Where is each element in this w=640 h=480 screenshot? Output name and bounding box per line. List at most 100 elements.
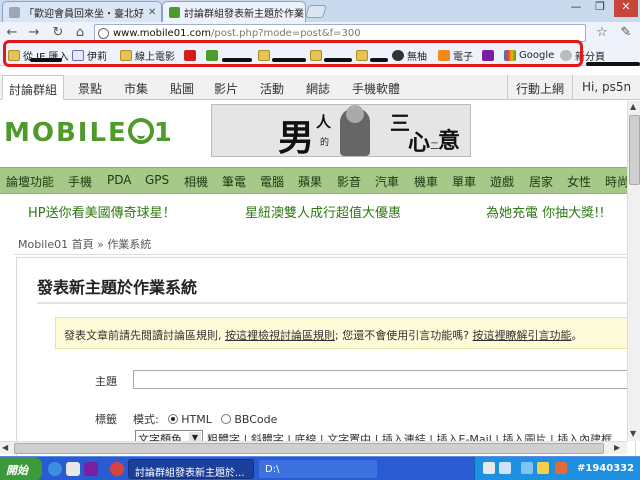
browser-tab-1[interactable]: 「歡迎會員回來坐・臺北好 ✕ bbox=[2, 1, 162, 22]
system-tray: #1940332 bbox=[474, 457, 640, 480]
vertical-scroll-thumb[interactable] bbox=[629, 115, 640, 185]
nav-photos[interactable]: 貼圖 bbox=[170, 80, 194, 97]
chrome-icon[interactable] bbox=[110, 462, 124, 476]
minimize-icon[interactable]: — bbox=[564, 0, 588, 17]
tags-label: 標籤 bbox=[95, 413, 117, 426]
nav-apps[interactable]: 手機軟體 bbox=[352, 80, 400, 97]
subject-label: 主題 bbox=[95, 375, 117, 388]
task-explorer-window[interactable]: D:\ bbox=[258, 459, 378, 479]
scroll-left-icon[interactable]: ◀ bbox=[2, 443, 8, 452]
vertical-scrollbar[interactable]: ▲ ▼ bbox=[627, 101, 640, 441]
network-icon[interactable] bbox=[521, 462, 533, 474]
new-tab-button[interactable] bbox=[305, 5, 327, 18]
tab-title: 討論群組發表新主題於作業 bbox=[184, 8, 304, 20]
logo-smile-icon bbox=[127, 118, 154, 144]
banner-char: 人 bbox=[316, 113, 332, 131]
forward-icon[interactable]: → bbox=[26, 25, 42, 41]
banner-char: 心 bbox=[408, 130, 431, 156]
security-icon[interactable] bbox=[537, 462, 549, 474]
yahoo-messenger-icon[interactable] bbox=[84, 462, 98, 476]
close-icon[interactable]: ✕ bbox=[144, 7, 156, 18]
html-radio[interactable] bbox=[168, 414, 179, 424]
scroll-down-icon[interactable]: ▼ bbox=[630, 429, 636, 438]
antivirus-icon[interactable] bbox=[555, 462, 567, 474]
category-item[interactable]: 時尚 bbox=[605, 173, 629, 190]
home-icon[interactable]: ⌂ bbox=[72, 25, 88, 41]
bbcode-radio[interactable] bbox=[221, 414, 232, 424]
help-icon[interactable] bbox=[483, 462, 495, 474]
bbcode-radio-label: BBCode bbox=[234, 413, 278, 426]
ad-banner[interactable]: 男 人 的 三 心 二 意 bbox=[211, 104, 471, 157]
horizontal-scroll-thumb[interactable] bbox=[14, 443, 604, 454]
category-item[interactable]: 遊戲 bbox=[490, 173, 514, 190]
mode-label: 模式: bbox=[133, 413, 159, 426]
user-greeting[interactable]: Hi, ps5n bbox=[582, 80, 631, 94]
mobile01-favicon-icon bbox=[169, 6, 180, 18]
category-item[interactable]: GPS bbox=[145, 173, 169, 187]
category-bar: 論壇功能 手機 PDA GPS 相機 筆電 電腦 蘋果 影音 汽車 機車 單車 … bbox=[0, 167, 640, 194]
banner-char: 男 bbox=[278, 117, 315, 157]
ie-icon[interactable] bbox=[48, 462, 62, 476]
category-item[interactable]: 汽車 bbox=[375, 173, 399, 190]
browser-tab-2[interactable]: 討論群組發表新主題於作業 ✕ bbox=[162, 1, 306, 22]
text-ad-2[interactable]: 星紐澳雙人成行超值大優惠 bbox=[245, 202, 401, 221]
browser-tab-strip: 「歡迎會員回來坐・臺北好 ✕ 討論群組發表新主題於作業 ✕ — ❐ ✕ bbox=[0, 0, 640, 22]
category-item[interactable]: 相機 bbox=[184, 173, 208, 190]
wrench-icon[interactable]: ✎ bbox=[618, 25, 634, 41]
view-rules-link[interactable]: 按這裡檢視討論區規則 bbox=[225, 329, 335, 342]
scroll-up-icon[interactable]: ▲ bbox=[630, 102, 636, 111]
html-radio-label: HTML bbox=[181, 413, 212, 426]
tab-title: 「歡迎會員回來坐・臺北好 bbox=[24, 8, 144, 20]
watermark-id: #1940332 bbox=[577, 463, 635, 474]
windows-taskbar: 開始 討論群組發表新主題於... D:\ #1940332 bbox=[0, 456, 640, 480]
back-icon[interactable]: ← bbox=[4, 25, 20, 41]
banner-person-head bbox=[346, 105, 364, 123]
category-item[interactable]: 單車 bbox=[452, 173, 476, 190]
category-item[interactable]: 筆電 bbox=[222, 173, 246, 190]
category-item[interactable]: 機車 bbox=[414, 173, 438, 190]
maximize-icon[interactable]: ❐ bbox=[588, 0, 612, 17]
task-chrome-window[interactable]: 討論群組發表新主題於... bbox=[128, 459, 254, 479]
quote-help-link[interactable]: 按這裡瞭解引言功能 bbox=[473, 329, 572, 342]
breadcrumb-home[interactable]: Mobile01 首頁 bbox=[18, 238, 94, 251]
category-item[interactable]: 蘋果 bbox=[298, 173, 322, 190]
close-window-icon[interactable]: ✕ bbox=[614, 0, 638, 17]
page-title: 發表新主題於作業系統 bbox=[37, 278, 198, 297]
notice-text: 。 bbox=[571, 329, 583, 342]
nav-events[interactable]: 活動 bbox=[260, 80, 284, 97]
banner-char: 意 bbox=[438, 128, 461, 154]
category-item[interactable]: 手機 bbox=[68, 173, 92, 190]
breadcrumb-current[interactable]: 作業系統 bbox=[107, 238, 151, 251]
category-item[interactable]: 影音 bbox=[337, 173, 361, 190]
nav-blog[interactable]: 網誌 bbox=[306, 80, 330, 97]
show-desktop-icon[interactable] bbox=[66, 462, 80, 476]
subject-input[interactable] bbox=[133, 370, 637, 389]
keyboard-icon[interactable] bbox=[499, 462, 511, 474]
star-icon[interactable]: ☆ bbox=[594, 25, 610, 41]
category-item[interactable]: 論壇功能 bbox=[6, 173, 54, 190]
nav-spots[interactable]: 景點 bbox=[78, 80, 102, 97]
breadcrumb: Mobile01 首頁 » 作業系統 bbox=[18, 236, 151, 252]
title-divider bbox=[37, 302, 627, 304]
category-item[interactable]: 女性 bbox=[567, 173, 591, 190]
notice-text: 發表文章前請先閱讀討論區規則, bbox=[64, 329, 222, 342]
url-path: /post.php?mode=post&f=300 bbox=[210, 27, 361, 39]
start-button[interactable]: 開始 bbox=[0, 457, 42, 480]
mobile01-logo[interactable]: MOBILE 1 bbox=[4, 118, 174, 148]
nav-forum[interactable]: 討論群組 bbox=[2, 75, 65, 100]
reload-icon[interactable]: ↻ bbox=[50, 25, 66, 41]
nav-market[interactable]: 市集 bbox=[124, 80, 148, 97]
url-host: www.mobile01.com bbox=[113, 27, 211, 39]
nav-divider bbox=[507, 75, 508, 100]
nav-videos[interactable]: 影片 bbox=[214, 80, 238, 97]
logo-text: MOBILE bbox=[4, 118, 128, 148]
horizontal-scrollbar[interactable]: ◀ ▶ bbox=[0, 441, 627, 454]
scroll-right-icon[interactable]: ▶ bbox=[614, 443, 620, 452]
redaction-mark bbox=[586, 62, 640, 66]
nav-mobile-web[interactable]: 行動上網 bbox=[516, 80, 564, 97]
text-ad-1[interactable]: HP送你看美國傳奇球星！ bbox=[28, 202, 176, 221]
category-item[interactable]: PDA bbox=[107, 173, 131, 187]
category-item[interactable]: 居家 bbox=[529, 173, 553, 190]
text-ad-3[interactable]: 為她充電 你抽大獎!! bbox=[486, 202, 605, 221]
category-item[interactable]: 電腦 bbox=[260, 173, 284, 190]
